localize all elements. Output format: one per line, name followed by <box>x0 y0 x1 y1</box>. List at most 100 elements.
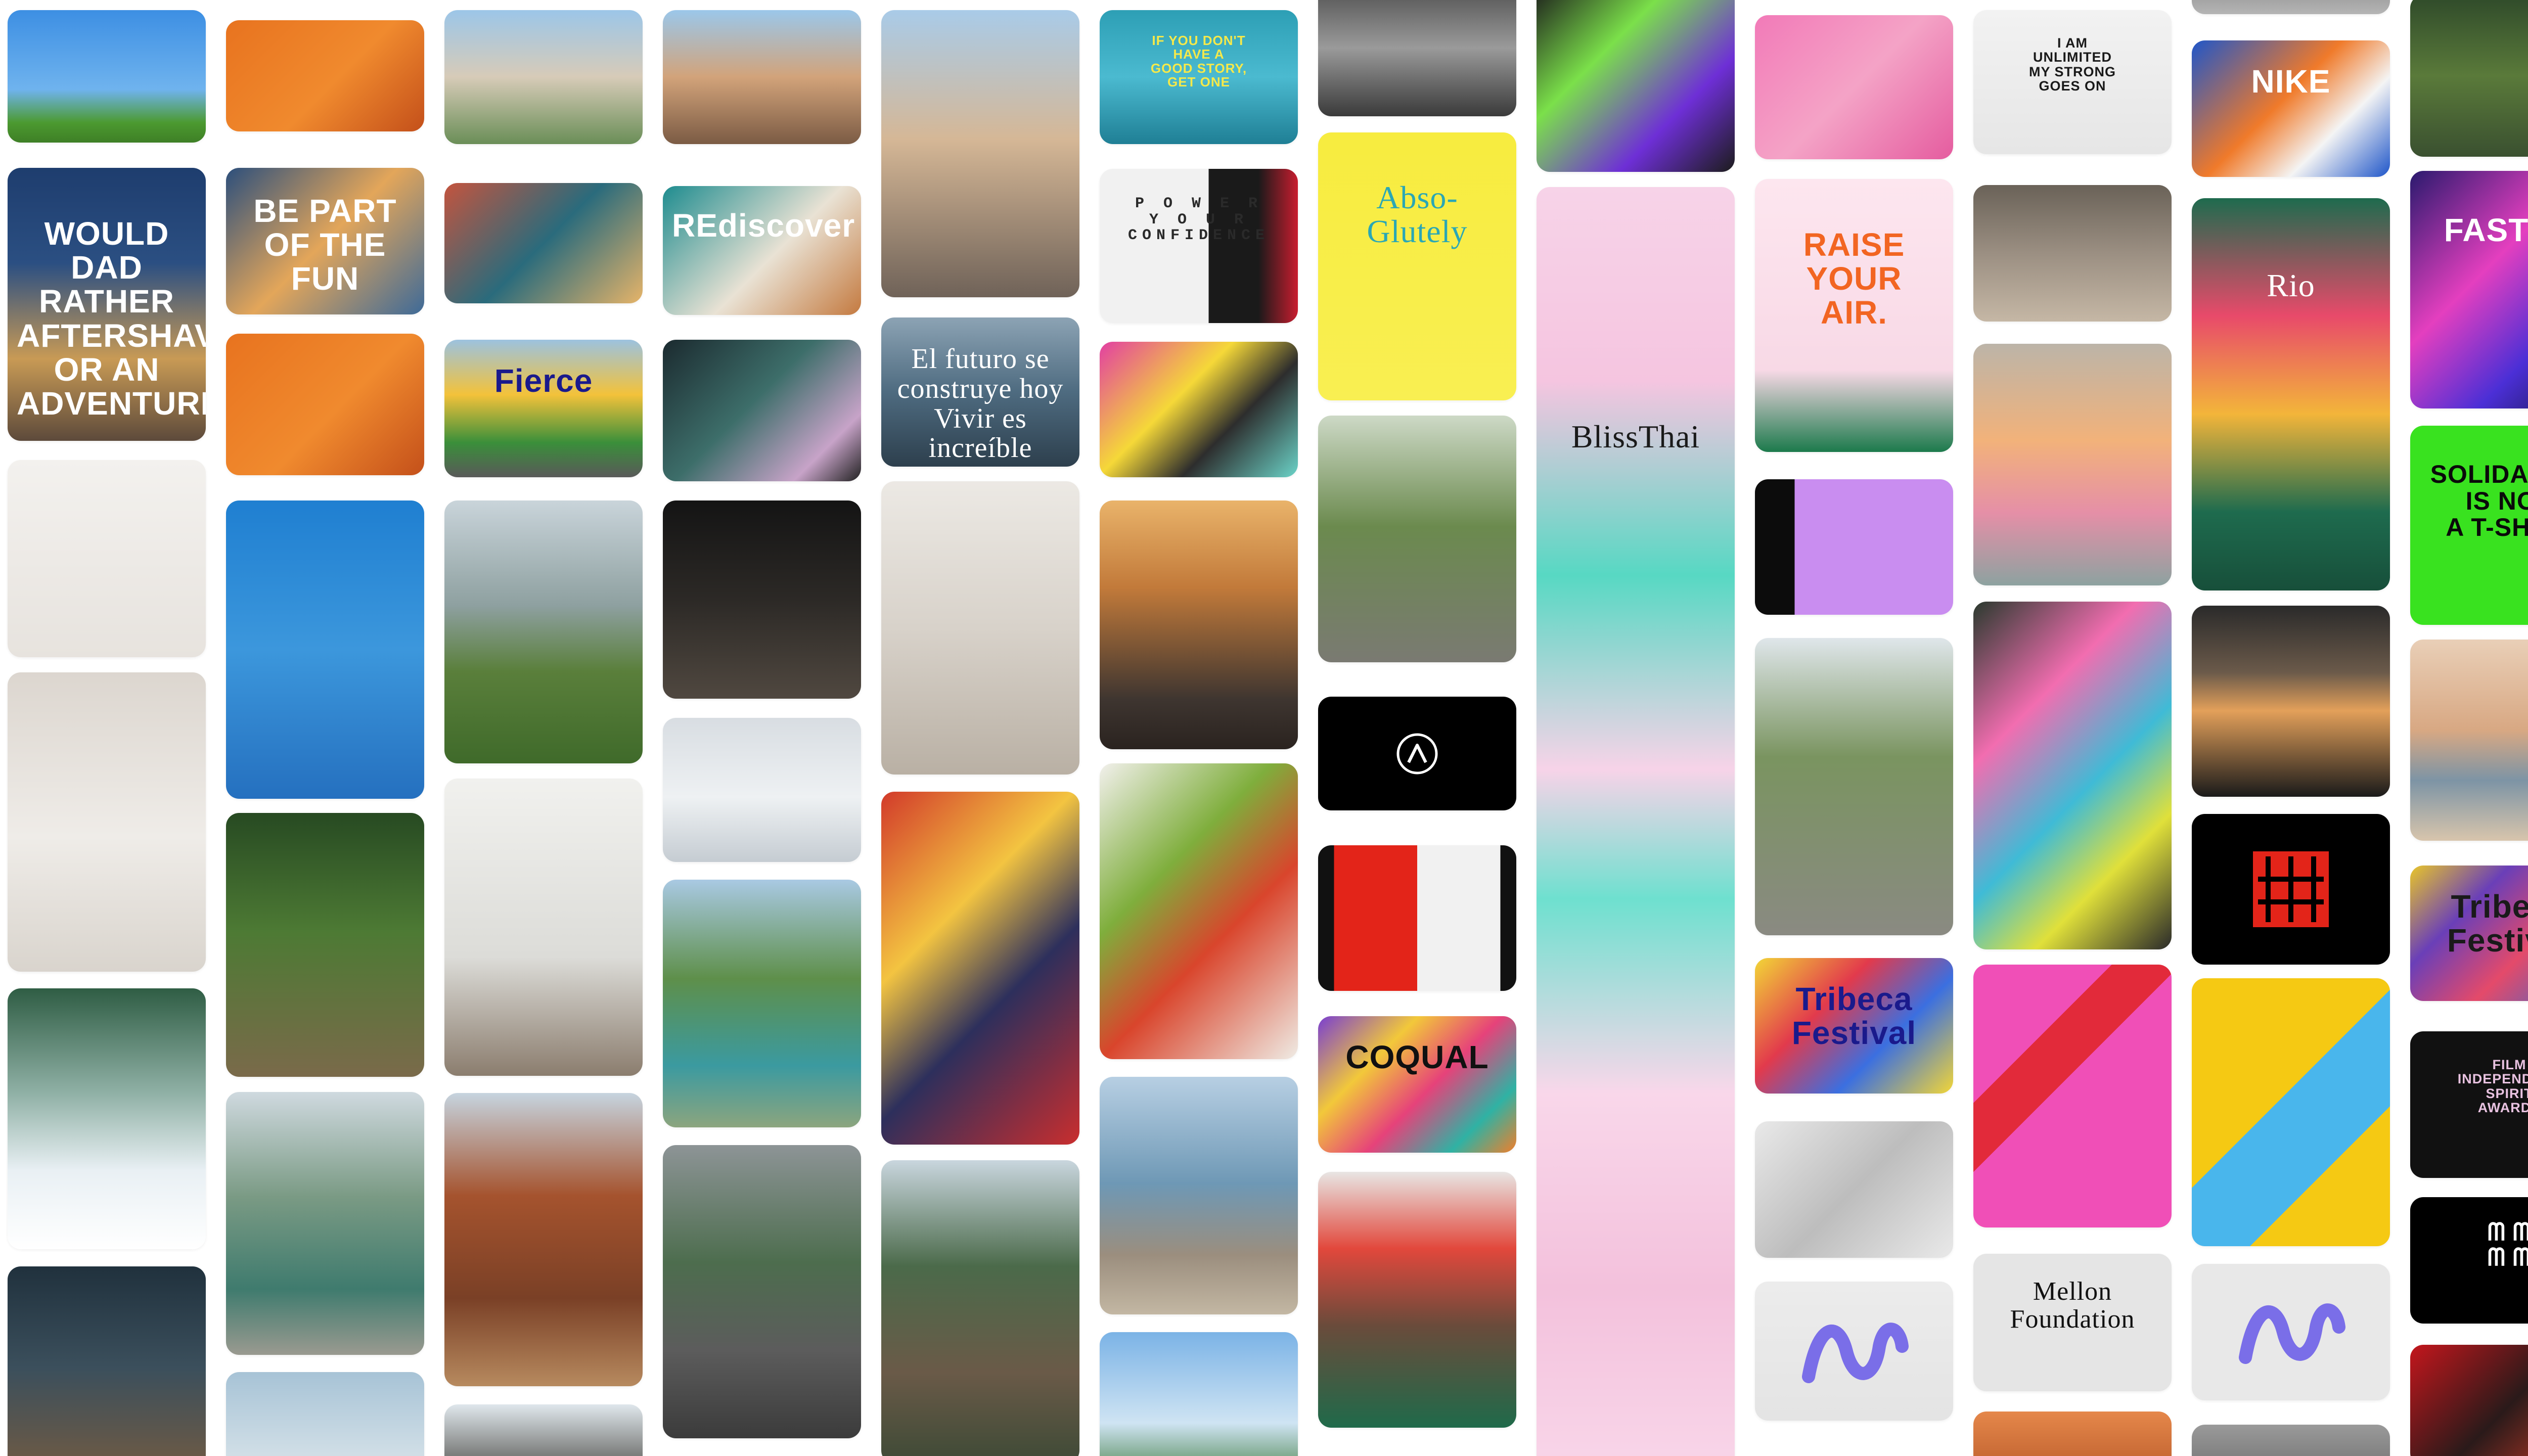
ad-gnp-futuro[interactable]: El futuro se construye hoy Vivir es incr… <box>881 317 1079 467</box>
photo-bus-stop-ads[interactable] <box>663 340 861 481</box>
ad-rediscover[interactable]: REdiscover <box>663 186 861 315</box>
photo-pink-cap-2[interactable] <box>226 334 424 475</box>
logo-mm-squiggle[interactable]: ᗰ ᗰ ᗰ ᗰ <box>2410 1197 2528 1324</box>
photo-fierce-billboard-caption: Fierce <box>494 362 593 399</box>
photo-beach-dance[interactable] <box>2410 640 2528 841</box>
grid-bucket-list[interactable] <box>444 183 643 303</box>
photo-sunset-swing[interactable] <box>1100 500 1298 749</box>
ad-rediscover-caption: REdiscover <box>672 207 855 244</box>
caret-circle-icon <box>1396 733 1438 774</box>
photo-slides-park[interactable] <box>1973 344 2172 585</box>
masonry-column-2: BE PART OF THE FUN <box>226 0 424 1456</box>
art-neon-dancer[interactable] <box>1537 0 1735 172</box>
photo-swing-feet[interactable] <box>1973 602 2172 949</box>
logo-mellon-foundation[interactable]: Mellon Foundation <box>1973 1254 2172 1391</box>
poster-tribeca-festival[interactable]: Tribeca Festival <box>1755 958 1953 1094</box>
poster-film-awards-caption: FILM INDEPENDENT SPIRIT AWARDS <box>2457 1057 2528 1116</box>
photo-ski-snow[interactable] <box>8 988 206 1249</box>
poster-rio-carnival-caption: Rio <box>2267 267 2315 303</box>
masonry-column-5: El futuro se construye hoy Vivir es incr… <box>881 0 1079 1456</box>
photo-skater-jump[interactable] <box>1973 185 2172 322</box>
ad-nike-stop-caption: NIKE <box>2251 63 2331 100</box>
photo-couch-laughing[interactable] <box>663 500 861 699</box>
grid-be-part-of-the-fun[interactable]: BE PART OF THE FUN <box>226 168 424 314</box>
ad-unlimited-strong[interactable]: I AM UNLIMITED MY STRONG GOES ON <box>1973 10 2172 154</box>
photo-skate-path[interactable] <box>1755 638 1953 935</box>
photo-pillow-fight[interactable] <box>8 460 206 657</box>
photo-golf-field[interactable] <box>444 500 643 763</box>
squiggle-icon <box>1802 1322 1909 1383</box>
logo-red-grid[interactable] <box>2192 814 2390 965</box>
masonry-column-7: Abso- Glutely COQUAL <box>1318 0 1516 1456</box>
ad-raise-your-air[interactable]: RAISE YOUR AIR. <box>1755 179 1953 452</box>
poster-coqual[interactable]: COQUAL <box>1318 1016 1516 1153</box>
ad-gnp-futuro-caption: El futuro se construye hoy Vivir es incr… <box>897 343 1064 464</box>
art-letter-k[interactable] <box>1973 965 2172 1227</box>
photo-grey-top[interactable] <box>2192 0 2390 14</box>
photo-fierce-billboard[interactable]: Fierce <box>444 340 643 477</box>
photo-fruit-tray[interactable] <box>881 792 1079 1145</box>
photo-vegetables[interactable] <box>1100 763 1298 1059</box>
photo-canyon-rocks[interactable] <box>444 1093 643 1386</box>
photo-handstand-field[interactable] <box>8 10 206 143</box>
photo-rock-bottom[interactable] <box>444 1404 643 1456</box>
stickers-tribeca[interactable]: Tribeca Festival <box>2410 866 2528 1001</box>
logo-tile-black[interactable] <box>1318 697 1516 810</box>
art-red-chaos[interactable] <box>2410 1345 2528 1456</box>
photo-motion-bw[interactable] <box>1318 0 1516 116</box>
photo-beach-runners[interactable] <box>1100 1077 1298 1314</box>
photo-pink-cap[interactable] <box>226 20 424 131</box>
squiggle-icon <box>2239 1303 2345 1364</box>
photo-bottom-grey[interactable] <box>2192 1425 2390 1456</box>
ad-nike-faster[interactable]: FASTER <box>2410 171 2528 408</box>
art-yellow-blue-shape[interactable] <box>2192 978 2390 1246</box>
logo-mellon-foundation-caption: Mellon Foundation <box>2010 1277 2135 1334</box>
ad-nike-stop[interactable]: NIKE <box>2192 40 2390 177</box>
ad-power-confidence-caption: P O W E R Y O U R CONFIDENCE <box>1127 195 1270 244</box>
ad-power-confidence[interactable]: P O W E R Y O U R CONFIDENCE <box>1100 169 1298 323</box>
book-red-spread[interactable] <box>1318 845 1516 991</box>
poster-film-awards[interactable]: FILM INDEPENDENT SPIRIT AWARDS <box>2410 1031 2528 1178</box>
art-blue-squiggle[interactable] <box>1755 1282 1953 1421</box>
photo-palm-road[interactable] <box>663 1145 861 1438</box>
photo-underwater-dive[interactable] <box>226 500 424 799</box>
photo-ballet-studio[interactable] <box>444 779 643 1076</box>
pinterest-style-masonry-board: WOULD DAD RATHER AFTERSHAVE OR AN ADVENT… <box>0 0 2528 1456</box>
ad-raise-your-air-caption: RAISE YOUR AIR. <box>1803 226 1905 331</box>
logo-mm-squiggle-caption: ᗰ ᗰ ᗰ ᗰ <box>2488 1219 2528 1271</box>
photo-bike-arms-up[interactable] <box>1318 416 1516 662</box>
photo-alpine-lake[interactable] <box>663 880 861 1127</box>
photo-bottom-orange[interactable] <box>1973 1412 2172 1456</box>
photo-forest-run[interactable] <box>226 813 424 1077</box>
masonry-column-6: IF YOU DON'T HAVE A GOOD STORY, GET ONE P… <box>1100 0 1298 1456</box>
poster-rio-carnival[interactable]: Rio <box>2192 198 2390 590</box>
poster-coqual-caption: COQUAL <box>1345 1039 1489 1075</box>
art-graffiti-legs[interactable] <box>1100 342 1298 477</box>
poster-tribeca-festival-caption: Tribeca Festival <box>1791 981 1917 1052</box>
photo-pillow-hug[interactable] <box>881 481 1079 775</box>
photo-beach-bottom[interactable] <box>226 1372 424 1456</box>
brand-bliss-thai[interactable]: BlissThai <box>1537 187 1735 1456</box>
grid-photo-collage[interactable] <box>1755 1121 1953 1258</box>
screen-purple-site[interactable] <box>1755 479 1953 615</box>
ad-would-dad[interactable]: WOULD DAD RATHER AFTERSHAVE OR AN ADVENT… <box>8 168 206 441</box>
photo-friends-eating[interactable] <box>663 10 861 144</box>
photo-portrait-grandma[interactable] <box>1318 1172 1516 1428</box>
photo-car-interior[interactable] <box>8 1266 206 1456</box>
red-grid-icon <box>2253 851 2329 927</box>
photo-car-roof-sunset[interactable] <box>2192 606 2390 797</box>
photo-hikers-forest[interactable] <box>881 1160 1079 1456</box>
photo-bed-sheets[interactable] <box>663 718 861 862</box>
photo-palm-sky[interactable] <box>1100 1332 1298 1456</box>
art-squiggle-multicolor[interactable] <box>2192 1264 2390 1400</box>
ad-abso-glutely[interactable]: Abso- Glutely <box>1318 132 1516 400</box>
poster-solidarity[interactable]: SOLIDARITY IS NOT A T-SHIRT <box>2410 426 2528 625</box>
ad-good-story[interactable]: IF YOU DON'T HAVE A GOOD STORY, GET ONE <box>1100 10 1298 144</box>
photo-mountain-lake[interactable] <box>226 1092 424 1355</box>
photo-festival-crowd[interactable] <box>444 10 643 144</box>
photo-forest-edge[interactable] <box>2410 0 2528 157</box>
art-pink-ribbon[interactable] <box>1755 15 1953 159</box>
photo-hotdog-friends[interactable] <box>881 10 1079 297</box>
ad-abso-glutely-caption: Abso- Glutely <box>1367 179 1468 250</box>
photo-robe-bed[interactable] <box>8 672 206 972</box>
